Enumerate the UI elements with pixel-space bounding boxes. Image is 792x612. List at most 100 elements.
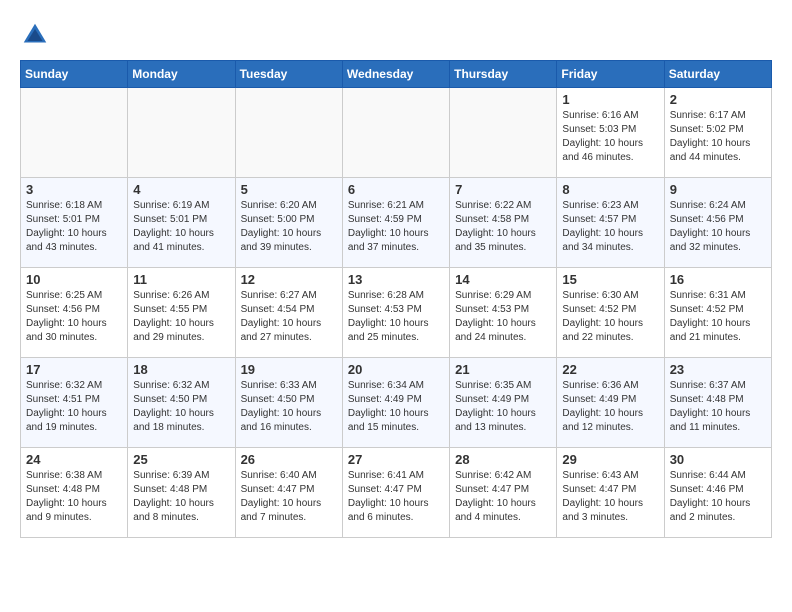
day-info: Sunrise: 6:25 AM Sunset: 4:56 PM Dayligh… (26, 289, 122, 345)
day-info: Sunrise: 6:42 AM Sunset: 4:47 PM Dayligh… (455, 469, 551, 525)
day-info: Sunrise: 6:32 AM Sunset: 4:50 PM Dayligh… (133, 379, 229, 435)
weekday-header-wednesday: Wednesday (342, 61, 449, 88)
weekday-header-saturday: Saturday (664, 61, 771, 88)
day-info: Sunrise: 6:26 AM Sunset: 4:55 PM Dayligh… (133, 289, 229, 345)
day-info: Sunrise: 6:41 AM Sunset: 4:47 PM Dayligh… (348, 469, 444, 525)
day-info: Sunrise: 6:31 AM Sunset: 4:52 PM Dayligh… (670, 289, 766, 345)
day-number: 24 (26, 452, 122, 467)
calendar-week-2: 3Sunrise: 6:18 AM Sunset: 5:01 PM Daylig… (21, 178, 772, 268)
day-info: Sunrise: 6:36 AM Sunset: 4:49 PM Dayligh… (562, 379, 658, 435)
calendar-cell: 30 Sunrise: 6:44 AM Sunset: 4:46 PM Dayli… (664, 448, 771, 538)
day-info: Sunrise: 6:39 AM Sunset: 4:48 PM Dayligh… (133, 469, 229, 525)
day-info: Sunrise: 6:18 AM Sunset: 5:01 PM Dayligh… (26, 199, 122, 255)
day-number: 11 (133, 272, 229, 287)
calendar-week-4: 17 Sunrise: 6:32 AM Sunset: 4:51 PM Dayli… (21, 358, 772, 448)
calendar-cell: 5 Sunrise: 6:20 AM Sunset: 5:00 PM Daylig… (235, 178, 342, 268)
weekday-header-friday: Friday (557, 61, 664, 88)
day-number: 28 (455, 452, 551, 467)
calendar-cell: 21 Sunrise: 6:35 AM Sunset: 4:49 PM Dayli… (450, 358, 557, 448)
day-info: Sunrise: 6:23 AM Sunset: 4:57 PM Dayligh… (562, 199, 658, 255)
calendar-header-row: SundayMondayTuesdayWednesdayThursdayFrid… (21, 61, 772, 88)
calendar-table: SundayMondayTuesdayWednesdayThursdayFrid… (20, 60, 772, 538)
day-info: Sunrise: 6:33 AM Sunset: 4:50 PM Dayligh… (241, 379, 337, 435)
calendar-cell: 20Sunrise: 6:34 AM Sunset: 4:49 PM Dayli… (342, 358, 449, 448)
day-number: 22 (562, 362, 658, 377)
calendar-cell: 12 Sunrise: 6:27 AM Sunset: 4:54 PM Dayli… (235, 268, 342, 358)
day-number: 16 (670, 272, 766, 287)
day-number: 12 (241, 272, 337, 287)
logo (20, 20, 54, 50)
day-info: Sunrise: 6:21 AM Sunset: 4:59 PM Dayligh… (348, 199, 444, 255)
weekday-header-monday: Monday (128, 61, 235, 88)
day-number: 21 (455, 362, 551, 377)
calendar-cell: 11 Sunrise: 6:26 AM Sunset: 4:55 PM Dayli… (128, 268, 235, 358)
day-number: 8 (562, 182, 658, 197)
day-number: 7 (455, 182, 551, 197)
calendar-cell: 18Sunrise: 6:32 AM Sunset: 4:50 PM Dayli… (128, 358, 235, 448)
day-info: Sunrise: 6:44 AM Sunset: 4:46 PM Dayligh… (670, 469, 766, 525)
calendar-week-1: 1 Sunrise: 6:16 AM Sunset: 5:03 PM Daylig… (21, 88, 772, 178)
day-info: Sunrise: 6:29 AM Sunset: 4:53 PM Dayligh… (455, 289, 551, 345)
calendar-cell: 29Sunrise: 6:43 AM Sunset: 4:47 PM Dayli… (557, 448, 664, 538)
calendar-week-5: 24 Sunrise: 6:38 AM Sunset: 4:48 PM Dayli… (21, 448, 772, 538)
calendar-cell: 27 Sunrise: 6:41 AM Sunset: 4:47 PM Dayli… (342, 448, 449, 538)
day-info: Sunrise: 6:35 AM Sunset: 4:49 PM Dayligh… (455, 379, 551, 435)
day-info: Sunrise: 6:40 AM Sunset: 4:47 PM Dayligh… (241, 469, 337, 525)
calendar-cell (235, 88, 342, 178)
day-info: Sunrise: 6:16 AM Sunset: 5:03 PM Dayligh… (562, 109, 658, 165)
day-info: Sunrise: 6:32 AM Sunset: 4:51 PM Dayligh… (26, 379, 122, 435)
calendar-cell: 16 Sunrise: 6:31 AM Sunset: 4:52 PM Dayli… (664, 268, 771, 358)
calendar-cell: 25 Sunrise: 6:39 AM Sunset: 4:48 PM Dayli… (128, 448, 235, 538)
day-number: 27 (348, 452, 444, 467)
weekday-header-thursday: Thursday (450, 61, 557, 88)
day-info: Sunrise: 6:30 AM Sunset: 4:52 PM Dayligh… (562, 289, 658, 345)
day-number: 20 (348, 362, 444, 377)
day-info: Sunrise: 6:22 AM Sunset: 4:58 PM Dayligh… (455, 199, 551, 255)
weekday-header-sunday: Sunday (21, 61, 128, 88)
day-number: 23 (670, 362, 766, 377)
day-number: 2 (670, 92, 766, 107)
day-info: Sunrise: 6:38 AM Sunset: 4:48 PM Dayligh… (26, 469, 122, 525)
day-info: Sunrise: 6:24 AM Sunset: 4:56 PM Dayligh… (670, 199, 766, 255)
day-info: Sunrise: 6:27 AM Sunset: 4:54 PM Dayligh… (241, 289, 337, 345)
calendar-cell: 7 Sunrise: 6:22 AM Sunset: 4:58 PM Daylig… (450, 178, 557, 268)
calendar-cell: 28 Sunrise: 6:42 AM Sunset: 4:47 PM Dayli… (450, 448, 557, 538)
day-info: Sunrise: 6:28 AM Sunset: 4:53 PM Dayligh… (348, 289, 444, 345)
calendar-cell: 2 Sunrise: 6:17 AM Sunset: 5:02 PM Daylig… (664, 88, 771, 178)
logo-icon (20, 20, 50, 50)
day-number: 6 (348, 182, 444, 197)
calendar-cell: 23 Sunrise: 6:37 AM Sunset: 4:48 PM Dayli… (664, 358, 771, 448)
calendar-cell: 9 Sunrise: 6:24 AM Sunset: 4:56 PM Daylig… (664, 178, 771, 268)
day-number: 5 (241, 182, 337, 197)
day-info: Sunrise: 6:17 AM Sunset: 5:02 PM Dayligh… (670, 109, 766, 165)
calendar-cell (21, 88, 128, 178)
day-number: 26 (241, 452, 337, 467)
day-info: Sunrise: 6:37 AM Sunset: 4:48 PM Dayligh… (670, 379, 766, 435)
calendar-cell: 15 Sunrise: 6:30 AM Sunset: 4:52 PM Dayli… (557, 268, 664, 358)
day-number: 4 (133, 182, 229, 197)
weekday-header-tuesday: Tuesday (235, 61, 342, 88)
calendar-cell: 8 Sunrise: 6:23 AM Sunset: 4:57 PM Daylig… (557, 178, 664, 268)
day-number: 30 (670, 452, 766, 467)
day-number: 19 (241, 362, 337, 377)
calendar-cell: 6 Sunrise: 6:21 AM Sunset: 4:59 PM Daylig… (342, 178, 449, 268)
day-number: 29 (562, 452, 658, 467)
calendar-cell: 17 Sunrise: 6:32 AM Sunset: 4:51 PM Dayli… (21, 358, 128, 448)
day-number: 25 (133, 452, 229, 467)
calendar-cell: 19 Sunrise: 6:33 AM Sunset: 4:50 PM Dayli… (235, 358, 342, 448)
calendar-cell: 26 Sunrise: 6:40 AM Sunset: 4:47 PM Dayli… (235, 448, 342, 538)
day-number: 9 (670, 182, 766, 197)
calendar-cell: 10 Sunrise: 6:25 AM Sunset: 4:56 PM Dayli… (21, 268, 128, 358)
calendar-cell: 14Sunrise: 6:29 AM Sunset: 4:53 PM Dayli… (450, 268, 557, 358)
page-header (20, 20, 772, 50)
day-number: 1 (562, 92, 658, 107)
calendar-cell (450, 88, 557, 178)
day-number: 15 (562, 272, 658, 287)
calendar-cell (128, 88, 235, 178)
day-number: 17 (26, 362, 122, 377)
day-info: Sunrise: 6:19 AM Sunset: 5:01 PM Dayligh… (133, 199, 229, 255)
calendar-cell: 4 Sunrise: 6:19 AM Sunset: 5:01 PM Daylig… (128, 178, 235, 268)
day-number: 10 (26, 272, 122, 287)
day-info: Sunrise: 6:20 AM Sunset: 5:00 PM Dayligh… (241, 199, 337, 255)
calendar-cell: 24 Sunrise: 6:38 AM Sunset: 4:48 PM Dayli… (21, 448, 128, 538)
